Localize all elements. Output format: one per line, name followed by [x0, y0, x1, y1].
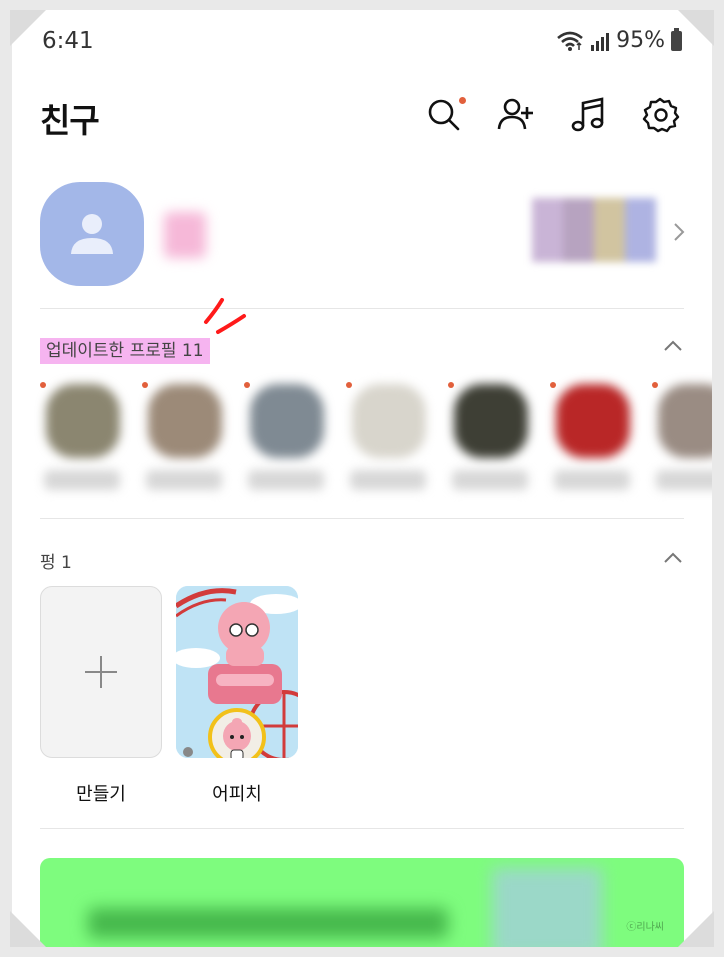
new-indicator-dot	[459, 97, 466, 104]
wifi-icon	[557, 31, 583, 51]
profile-name-blurred	[554, 470, 630, 490]
search-icon	[428, 99, 460, 131]
profile-thumbnail	[454, 384, 528, 458]
updated-profiles-list	[12, 378, 712, 508]
profile-name-blurred	[44, 470, 120, 490]
frame-corner	[10, 10, 46, 46]
chevron-up-icon[interactable]	[662, 338, 684, 354]
profile-thumbnail	[46, 384, 120, 458]
profile-name-blurred	[248, 470, 324, 490]
pung-label: 펑 1	[40, 553, 72, 573]
profile-name-blurred	[146, 470, 222, 490]
divider	[40, 518, 684, 519]
chevron-right-icon[interactable]	[670, 220, 688, 244]
header: 친구	[12, 74, 712, 164]
search-button[interactable]	[420, 91, 468, 139]
pung-card-apeach[interactable]	[176, 586, 298, 758]
phone-screen: 6:41 95% 친구 업데이트한 프로필 11 펑 1 만들기 어피치 ⓒ리나…	[12, 10, 712, 947]
signal-icon	[591, 32, 610, 51]
add-friend-icon	[497, 98, 533, 130]
profile-thumbnail	[352, 384, 426, 458]
new-indicator-dot	[448, 382, 454, 388]
divider	[40, 828, 684, 829]
status-time: 6:41	[42, 28, 94, 54]
profile-thumbnail	[148, 384, 222, 458]
profile-music-thumbnails[interactable]	[532, 198, 656, 262]
updated-profiles-header: 업데이트한 프로필 11	[40, 332, 684, 366]
updated-profile-item[interactable]	[448, 378, 538, 508]
plus-icon	[85, 656, 117, 688]
profile-name-blurred	[452, 470, 528, 490]
banner-image-blurred	[492, 868, 602, 947]
apeach-face-icon	[223, 718, 251, 758]
updated-profiles-text: 업데이트한 프로필 11	[40, 338, 210, 364]
status-indicators: 95%	[556, 27, 682, 53]
apeach-avatar-badge	[208, 708, 266, 758]
updated-profiles-label: 업데이트한 프로필 11	[40, 336, 210, 364]
new-indicator-dot	[244, 382, 250, 388]
banner-text-blurred	[88, 908, 448, 938]
person-icon	[71, 214, 113, 254]
new-indicator-dot	[652, 382, 658, 388]
status-bar: 6:41 95%	[12, 10, 712, 74]
new-indicator-dot	[346, 382, 352, 388]
pung-header: 펑 1	[40, 544, 684, 578]
new-indicator-dot	[550, 382, 556, 388]
updated-profile-item[interactable]	[346, 378, 436, 508]
create-pung-label: 만들기	[76, 784, 126, 805]
updated-profile-item[interactable]	[550, 378, 640, 508]
profile-name-blurred	[350, 470, 426, 490]
chevron-up-icon[interactable]	[662, 550, 684, 566]
updated-profile-item[interactable]	[244, 378, 334, 508]
create-pung-button[interactable]	[40, 586, 162, 758]
my-avatar[interactable]	[40, 182, 144, 286]
watermark: ⓒ리나씨	[626, 922, 664, 933]
updated-profile-item[interactable]	[40, 378, 130, 508]
profile-thumbnail	[250, 384, 324, 458]
new-indicator-dot	[142, 382, 148, 388]
updated-profile-item[interactable]	[652, 378, 712, 508]
frame-corner	[10, 911, 46, 947]
hand-drawn-mark	[204, 298, 246, 334]
add-friend-button[interactable]	[492, 91, 540, 139]
music-icon	[571, 97, 604, 132]
page-title: 친구	[40, 101, 100, 140]
my-profile[interactable]	[40, 182, 690, 290]
updated-profile-item[interactable]	[142, 378, 232, 508]
frame-corner	[678, 911, 714, 947]
new-indicator-dot	[40, 382, 46, 388]
frame-corner	[678, 10, 714, 46]
divider	[40, 308, 684, 309]
pung-apeach-label: 어피치	[212, 784, 262, 805]
my-name-blurred	[164, 212, 206, 258]
profile-name-blurred	[656, 470, 712, 490]
music-button[interactable]	[564, 91, 612, 139]
profile-thumbnail	[556, 384, 630, 458]
profile-thumbnail	[658, 384, 712, 458]
ad-banner[interactable]: ⓒ리나씨	[40, 858, 684, 947]
battery-percent: 95%	[616, 28, 665, 53]
settings-icon	[642, 97, 680, 133]
settings-button[interactable]	[636, 91, 684, 139]
